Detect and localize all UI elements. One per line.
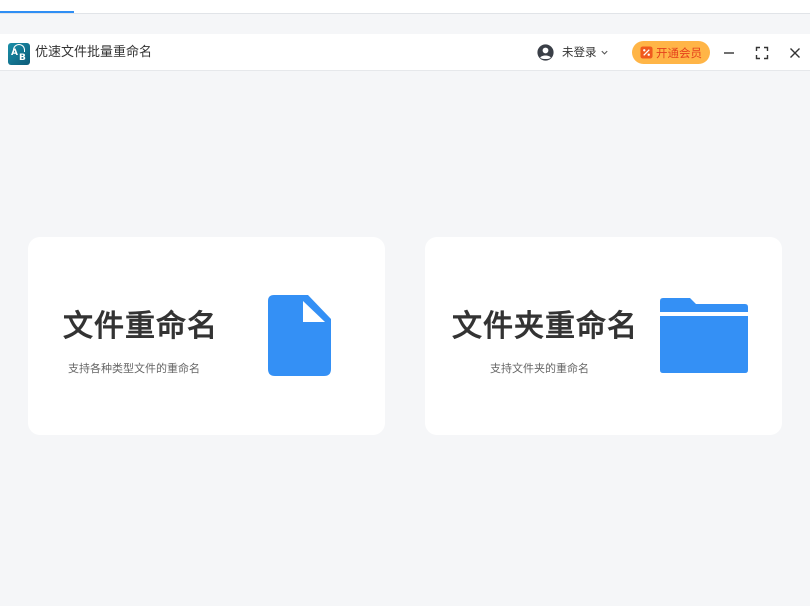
title-bar: AB 优速文件批量重命名 未登录 开通会员 <box>0 34 810 71</box>
close-button[interactable] <box>785 43 805 63</box>
tab-strip <box>0 0 810 14</box>
file-rename-card[interactable]: 文件重命名 支持各种类型文件的重命名 <box>28 237 385 435</box>
app-title: 优速文件批量重命名 <box>35 45 153 60</box>
vip-button[interactable]: 开通会员 <box>632 41 710 64</box>
file-rename-description: 支持各种类型文件的重命名 <box>68 362 200 375</box>
file-rename-title: 文件重命名 <box>63 309 218 344</box>
active-tab-indicator[interactable] <box>0 11 74 13</box>
app-logo-icon: AB <box>8 43 30 65</box>
folder-rename-card[interactable]: 文件夹重命名 支持文件夹的重命名 <box>425 237 782 435</box>
vip-label: 开通会员 <box>656 45 702 60</box>
user-icon <box>537 43 554 61</box>
folder-icon <box>660 298 748 373</box>
login-status-label: 未登录 <box>562 45 597 59</box>
folder-rename-description: 支持文件夹的重命名 <box>490 362 589 375</box>
folder-rename-title: 文件夹重命名 <box>452 309 638 344</box>
maximize-icon <box>755 46 769 60</box>
login-menu[interactable]: 未登录 <box>537 42 609 62</box>
chevron-down-icon <box>600 50 608 55</box>
maximize-button[interactable] <box>752 43 772 63</box>
file-icon <box>268 295 331 376</box>
minimize-icon <box>724 52 734 54</box>
minimize-button[interactable] <box>719 43 739 63</box>
vip-coupon-icon <box>640 46 653 59</box>
close-icon <box>790 48 800 58</box>
